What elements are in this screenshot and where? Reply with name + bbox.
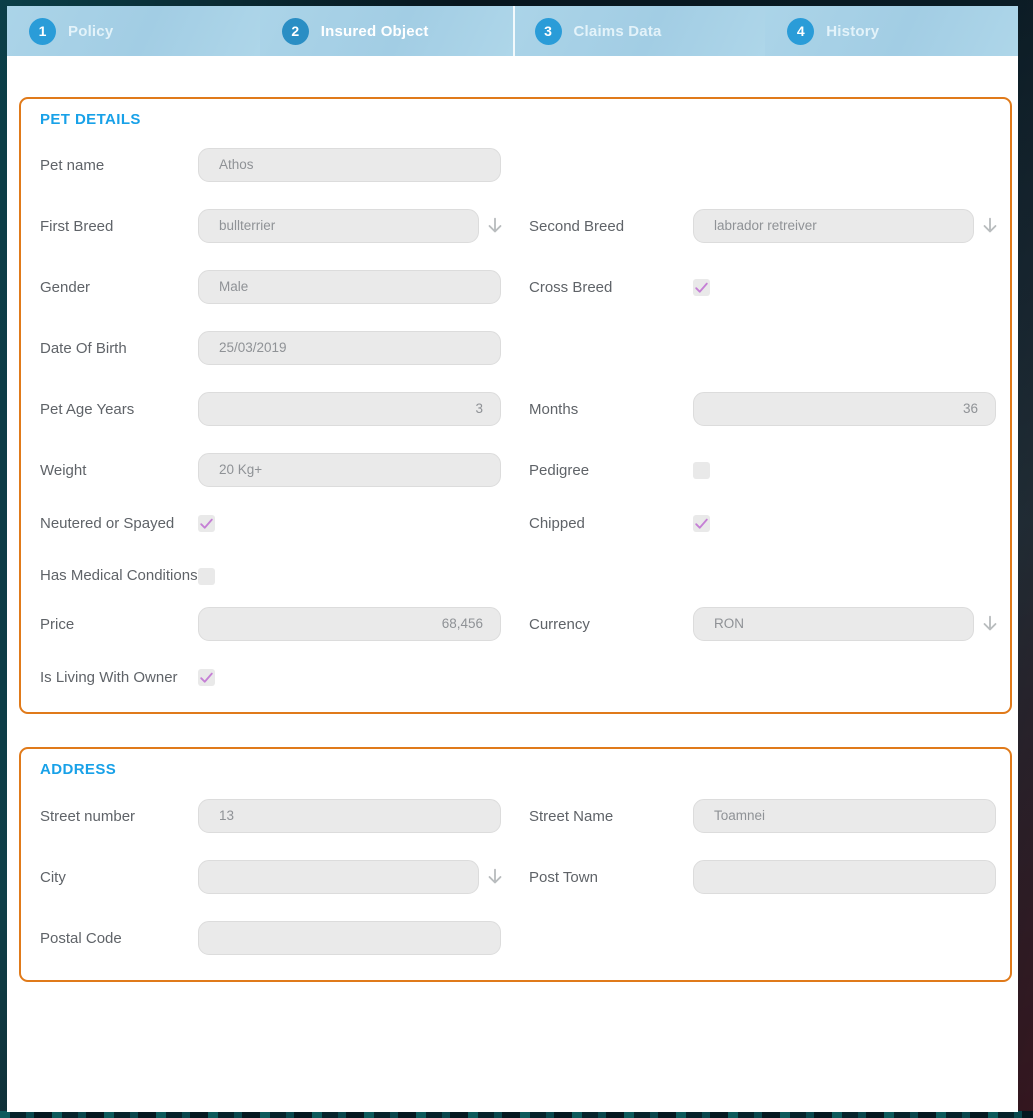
form-content: PET DETAILS Pet name Athos First Breed b…	[7, 56, 1018, 1112]
living-with-owner-checkbox[interactable]	[198, 669, 215, 686]
neutered-checkbox[interactable]	[198, 515, 215, 532]
first-breed-label: First Breed	[40, 217, 198, 236]
arrow-down-icon[interactable]	[979, 215, 1001, 237]
form-row: Street number 13 Street Name Toamnei	[40, 799, 998, 833]
price-input[interactable]: 68,456	[198, 607, 501, 641]
tab-label: Insured Object	[321, 23, 429, 40]
address-title: ADDRESS	[40, 761, 998, 778]
date-of-birth-input[interactable]: 25/03/2019	[198, 331, 501, 365]
pedigree-label: Pedigree	[529, 461, 693, 480]
neutered-label: Neutered or Spayed	[40, 514, 198, 533]
city-select[interactable]	[198, 860, 479, 894]
pet-name-label: Pet name	[40, 156, 198, 175]
street-name-label: Street Name	[529, 807, 693, 826]
tab-number-badge: 3	[535, 18, 562, 45]
pet-age-years-input[interactable]: 3	[198, 392, 501, 426]
chipped-label: Chipped	[529, 514, 693, 533]
tab-policy[interactable]: 1 Policy	[7, 6, 260, 56]
form-row: Pet Age Years 3 Months 36	[40, 392, 998, 426]
form-row: Neutered or Spayed Chipped	[40, 514, 998, 533]
form-row: City Post Town	[40, 860, 998, 894]
form-row: Price 68,456 Currency RON	[40, 607, 998, 641]
form-row: Gender Male Cross Breed	[40, 270, 998, 304]
second-breed-select[interactable]: labrador retreiver	[693, 209, 974, 243]
address-section: ADDRESS Street number 13 Street Name Toa…	[19, 747, 1012, 982]
arrow-down-icon[interactable]	[484, 866, 506, 888]
form-row: Pet name Athos	[40, 148, 998, 182]
tab-label: Claims Data	[574, 23, 662, 40]
postal-code-input[interactable]	[198, 921, 501, 955]
weight-label: Weight	[40, 461, 198, 480]
tab-number-badge: 2	[282, 18, 309, 45]
second-breed-label: Second Breed	[529, 217, 693, 236]
street-number-label: Street number	[40, 807, 198, 826]
street-number-input[interactable]: 13	[198, 799, 501, 833]
chipped-checkbox[interactable]	[693, 515, 710, 532]
pet-details-title: PET DETAILS	[40, 111, 998, 128]
checkmark-icon	[693, 279, 710, 296]
pedigree-checkbox[interactable]	[693, 462, 710, 479]
pet-age-years-label: Pet Age Years	[40, 400, 198, 419]
cross-breed-checkbox[interactable]	[693, 279, 710, 296]
tab-insured-object[interactable]: 2 Insured Object	[260, 6, 513, 56]
form-row: Postal Code	[40, 921, 998, 955]
pet-name-input[interactable]: Athos	[198, 148, 501, 182]
tab-number-badge: 1	[29, 18, 56, 45]
arrow-down-icon[interactable]	[484, 215, 506, 237]
wizard-tabbar: 1 Policy 2 Insured Object 3 Claims Data …	[7, 6, 1018, 56]
form-row: Is Living With Owner	[40, 668, 998, 687]
gender-input[interactable]: Male	[198, 270, 501, 304]
currency-select[interactable]: RON	[693, 607, 974, 641]
form-row: First Breed bullterrier Second Breed lab…	[40, 209, 998, 243]
form-row: Date Of Birth 25/03/2019	[40, 331, 998, 365]
form-row: Weight 20 Kg+ Pedigree	[40, 453, 998, 487]
has-medical-checkbox[interactable]	[198, 568, 215, 585]
currency-label: Currency	[529, 615, 693, 634]
months-input[interactable]: 36	[693, 392, 996, 426]
checkmark-icon	[198, 669, 215, 686]
post-town-label: Post Town	[529, 868, 693, 887]
months-label: Months	[529, 400, 693, 419]
has-medical-label: Has Medical Conditions	[40, 560, 198, 591]
tab-label: History	[826, 23, 879, 40]
city-label: City	[40, 868, 198, 887]
cross-breed-label: Cross Breed	[529, 278, 693, 297]
postal-code-label: Postal Code	[40, 929, 198, 948]
arrow-down-icon[interactable]	[979, 613, 1001, 635]
post-town-input[interactable]	[693, 860, 996, 894]
checkmark-icon	[693, 515, 710, 532]
desktop-background-strip	[0, 1111, 1033, 1118]
price-label: Price	[40, 615, 198, 634]
checkmark-icon	[198, 515, 215, 532]
form-row: Has Medical Conditions	[40, 560, 998, 591]
app-window: 1 Policy 2 Insured Object 3 Claims Data …	[7, 6, 1018, 1112]
date-of-birth-label: Date Of Birth	[40, 339, 198, 358]
tab-label: Policy	[68, 23, 113, 40]
tab-history[interactable]: 4 History	[765, 6, 1018, 56]
pet-details-section: PET DETAILS Pet name Athos First Breed b…	[19, 97, 1012, 714]
tab-claims-data[interactable]: 3 Claims Data	[513, 6, 766, 56]
first-breed-select[interactable]: bullterrier	[198, 209, 479, 243]
gender-label: Gender	[40, 278, 198, 297]
street-name-input[interactable]: Toamnei	[693, 799, 996, 833]
weight-input[interactable]: 20 Kg+	[198, 453, 501, 487]
tab-number-badge: 4	[787, 18, 814, 45]
living-with-owner-label: Is Living With Owner	[40, 668, 198, 687]
